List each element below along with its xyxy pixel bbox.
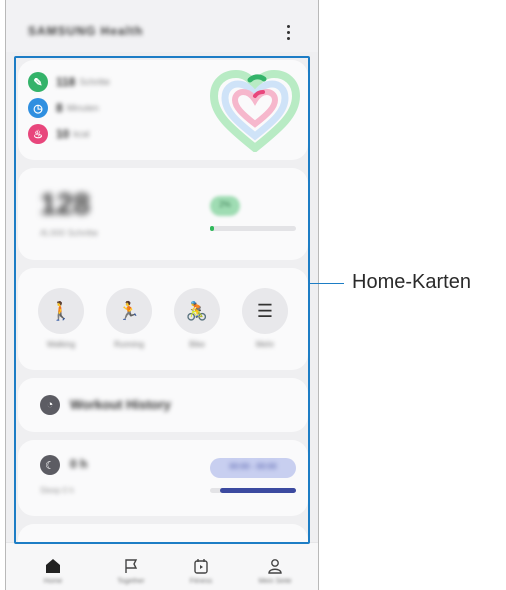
callout-label: Home-Karten	[352, 271, 471, 293]
nav-label: Together	[117, 578, 145, 585]
nav-label: Mein Seite	[258, 578, 292, 585]
more-vert-icon[interactable]	[278, 21, 298, 43]
nav-label: Home	[43, 578, 63, 585]
bottom-nav: Home Together Fitness Mein Seite	[6, 542, 318, 590]
callout-line	[310, 283, 344, 284]
nav-label: Fitness	[189, 578, 213, 585]
home-cards-highlight	[14, 56, 310, 544]
fitness-icon	[176, 557, 226, 575]
person-icon	[250, 557, 300, 575]
app-bar: SAMSUNG Health	[6, 0, 318, 52]
home-icon	[28, 557, 78, 575]
nav-my-page[interactable]: Mein Seite	[250, 557, 300, 585]
flag-icon	[106, 557, 156, 575]
nav-home[interactable]: Home	[28, 557, 78, 585]
nav-together[interactable]: Together	[106, 557, 156, 585]
app-title: SAMSUNG Health	[28, 24, 144, 38]
nav-fitness[interactable]: Fitness	[176, 557, 226, 585]
